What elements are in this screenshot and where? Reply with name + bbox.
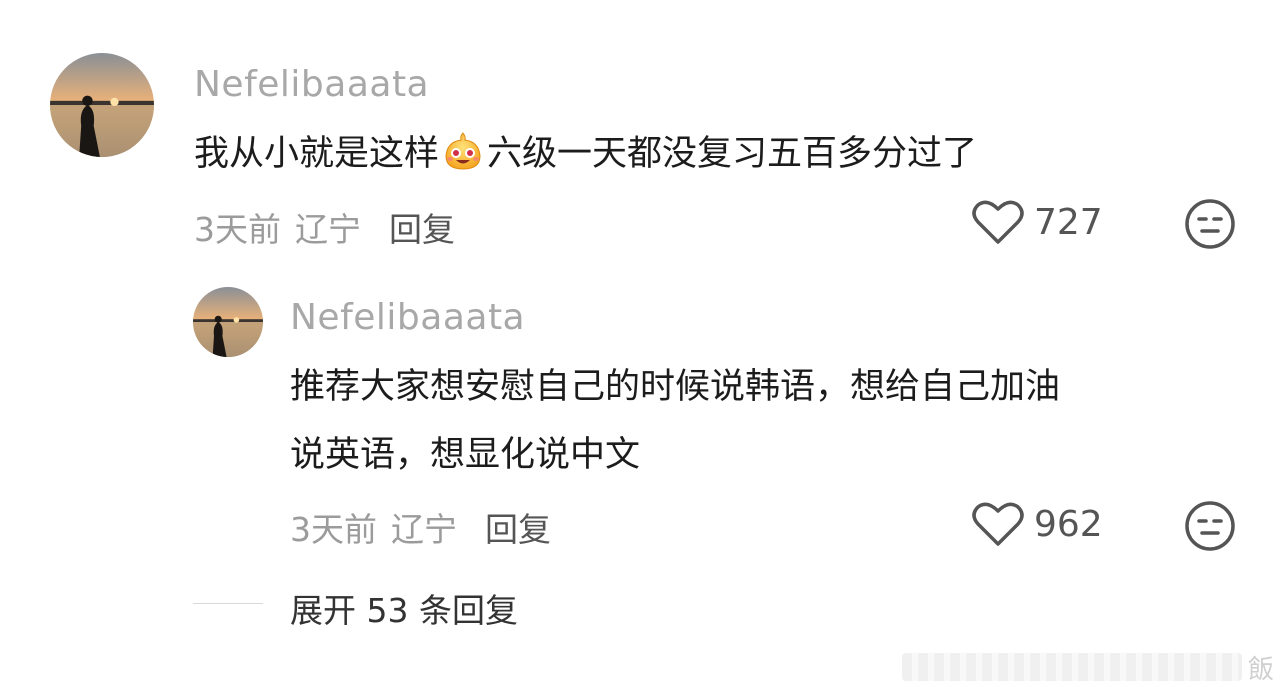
- reply-text-line1: 推荐大家想安慰自己的时候说韩语，想给自己加油: [290, 367, 1061, 407]
- reply-username[interactable]: Nefelibaaata: [290, 297, 525, 338]
- reply-location: 辽宁: [391, 510, 457, 549]
- avatar[interactable]: [50, 53, 154, 157]
- reply-dislike-face-icon[interactable]: [1184, 500, 1236, 552]
- reply-time: 3天前: [290, 510, 377, 549]
- comment-username[interactable]: Nefelibaaata: [194, 64, 429, 105]
- expand-replies-button[interactable]: 展开 53 条回复: [290, 584, 518, 632]
- reply-avatar[interactable]: [193, 287, 263, 357]
- expand-divider: [193, 603, 263, 604]
- reply-like-count: 962: [1034, 503, 1103, 545]
- smiling-face-emoji-icon: [445, 132, 481, 170]
- like-button[interactable]: 727: [972, 199, 1103, 245]
- comment-text: 我从小就是这样 六级一天都没复习五百多分过了: [194, 120, 977, 188]
- dislike-face-icon[interactable]: [1184, 198, 1236, 250]
- reply-like-button[interactable]: 962: [972, 501, 1103, 547]
- reply-text-line2: 说英语，想显化说中文: [290, 435, 641, 475]
- reply-meta: 3天前 辽宁 回复: [290, 503, 551, 551]
- comment-text-part1: 我从小就是这样: [194, 134, 440, 174]
- like-count: 727: [1034, 201, 1103, 243]
- reply-reply-button[interactable]: 回复: [485, 510, 551, 549]
- watermark-text: 飯: [1247, 654, 1274, 685]
- sunset-avatar-image: [193, 287, 263, 357]
- comment-time: 3天前: [194, 210, 281, 249]
- sunset-avatar-image: [50, 53, 154, 157]
- reply-button[interactable]: 回复: [389, 210, 455, 249]
- comment-meta: 3天前 辽宁 回复: [194, 203, 455, 251]
- watermark-bars: [901, 653, 1242, 681]
- comment-text-part2: 六级一天都没复习五百多分过了: [487, 134, 978, 174]
- heart-icon: [972, 502, 1024, 546]
- heart-icon: [972, 200, 1024, 244]
- comment-location: 辽宁: [295, 210, 361, 249]
- comment-thread: Nefelibaaata 我从小就是这样 六级一天都没复习五百多分过了 3天前辽…: [0, 0, 1284, 695]
- watermark: 飯: [854, 647, 1274, 687]
